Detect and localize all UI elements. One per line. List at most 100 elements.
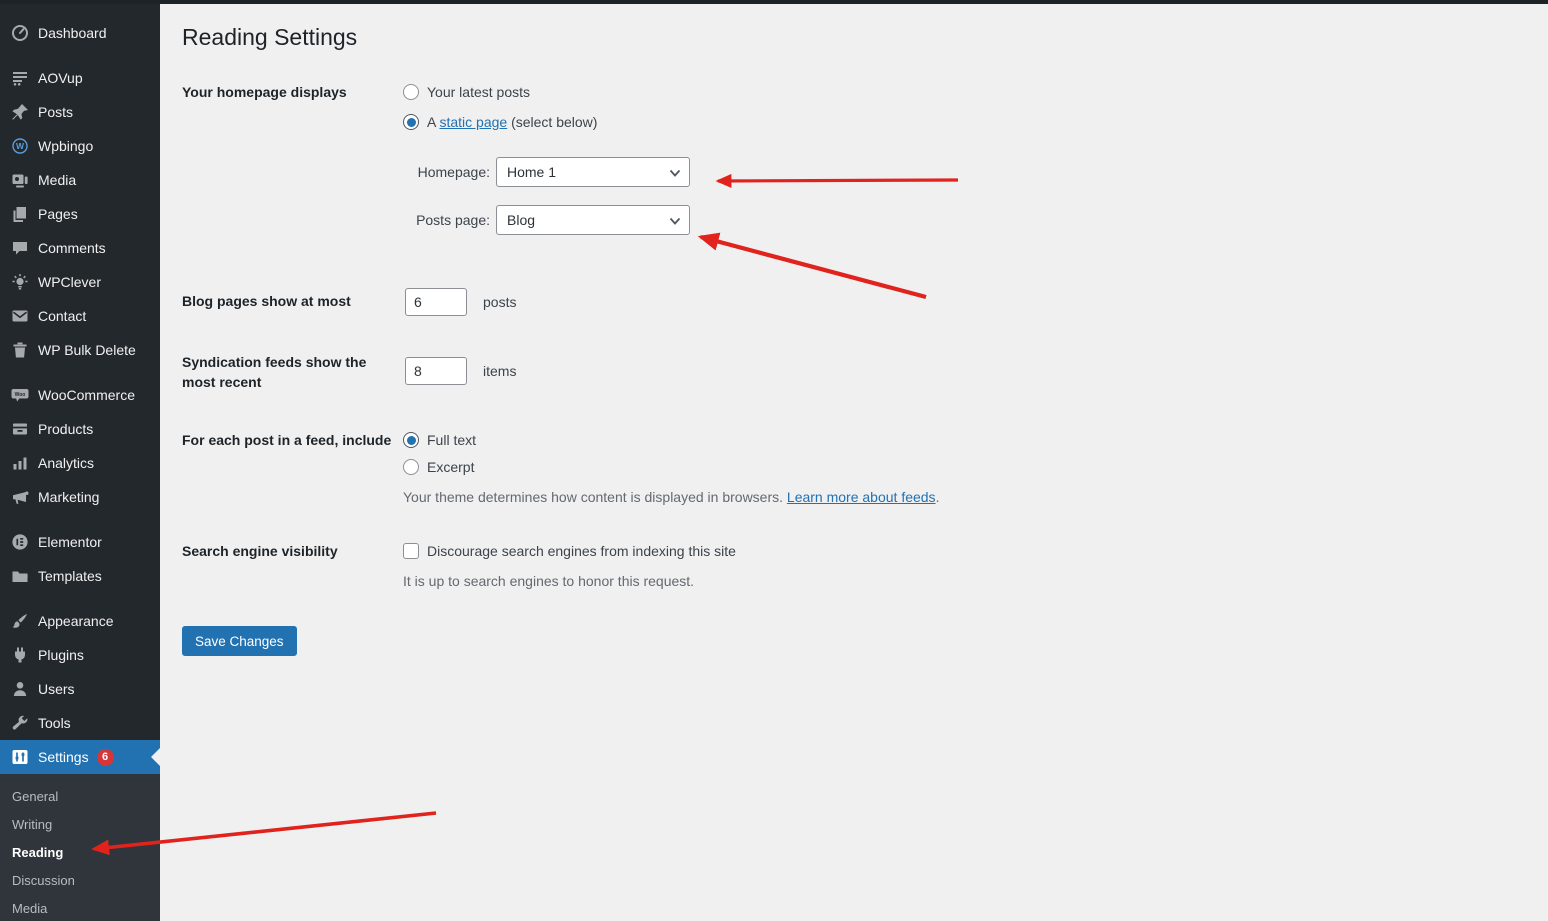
syndication-input[interactable] xyxy=(405,357,467,385)
comments-icon xyxy=(10,238,30,258)
sidebar-item-settings[interactable]: Settings6 xyxy=(0,740,160,774)
svg-text:W: W xyxy=(16,141,25,151)
sidebar-item-comments[interactable]: Comments xyxy=(0,231,160,265)
settings-submenu: GeneralWritingReadingDiscussionMedia xyxy=(0,774,160,921)
settings-update-badge: 6 xyxy=(97,749,114,766)
homepage-select-label: Homepage: xyxy=(400,164,490,180)
sidebar-item-dashboard[interactable]: Dashboard xyxy=(0,16,160,50)
sidebar-item-label: AOVup xyxy=(38,70,83,86)
sidebar-item-wpbingo[interactable]: W Wpbingo xyxy=(0,129,160,163)
static-page-link[interactable]: static page xyxy=(439,114,507,130)
reading-settings-page: Reading Settings Your homepage displays … xyxy=(160,0,1548,921)
discourage-indexing-checkbox[interactable] xyxy=(403,543,419,559)
settings-submenu-discussion[interactable]: Discussion xyxy=(0,867,160,895)
sidebar-item-label: Comments xyxy=(38,240,106,256)
homepage-displays-label: Your homepage displays xyxy=(182,82,394,102)
sidebar-item-label: Plugins xyxy=(38,647,84,663)
learn-more-feeds-link[interactable]: Learn more about feeds xyxy=(787,489,936,505)
templates-icon xyxy=(10,566,30,586)
sidebar-item-label: Dashboard xyxy=(38,25,107,41)
settings-submenu-media[interactable]: Media xyxy=(0,895,160,921)
admin-menu: Dashboard AOVup Posts W Wpbingo Media Pages Com… xyxy=(0,0,160,774)
settings-submenu-reading[interactable]: Reading xyxy=(0,839,160,867)
sidebar-item-templates[interactable]: Templates xyxy=(0,559,160,593)
settings-submenu-general[interactable]: General xyxy=(0,783,160,811)
current-menu-arrow xyxy=(151,748,160,766)
settings-icon xyxy=(10,747,30,767)
sidebar-item-label: Templates xyxy=(38,568,102,584)
sidebar-item-elementor[interactable]: Elementor xyxy=(0,525,160,559)
sidebar-item-label: WooCommerce xyxy=(38,387,135,403)
sidebar-item-media[interactable]: Media xyxy=(0,163,160,197)
appearance-icon xyxy=(10,611,30,631)
posts-page-select[interactable]: Blog xyxy=(496,205,690,235)
sidebar-item-pages[interactable]: Pages xyxy=(0,197,160,231)
static-page-prefix: A xyxy=(427,114,439,130)
save-changes-button[interactable]: Save Changes xyxy=(182,626,297,656)
sidebar-item-wp-bulk-delete[interactable]: WP Bulk Delete xyxy=(0,333,160,367)
products-icon xyxy=(10,419,30,439)
full-text-radio[interactable] xyxy=(403,432,419,448)
sidebar-item-label: Elementor xyxy=(38,534,102,550)
plugins-icon xyxy=(10,645,30,665)
syndication-label: Syndication feeds show the most recent xyxy=(182,352,394,392)
homepage-select-value: Home 1 xyxy=(507,164,556,180)
contact-icon xyxy=(10,306,30,326)
sidebar-item-label: Contact xyxy=(38,308,86,324)
static-page-suffix: (select below) xyxy=(507,114,597,130)
sidebar-item-aovup[interactable]: AOVup xyxy=(0,61,160,95)
latest-posts-radio[interactable] xyxy=(403,84,419,100)
sidebar-item-contact[interactable]: Contact xyxy=(0,299,160,333)
feed-include-label: For each post in a feed, include xyxy=(182,430,394,450)
feed-description: Your theme determines how content is dis… xyxy=(403,487,939,507)
search-visibility-description: It is up to search engines to honor this… xyxy=(403,571,694,591)
chevron-down-icon xyxy=(668,166,682,180)
full-text-label: Full text xyxy=(427,432,476,448)
homepage-select[interactable]: Home 1 xyxy=(496,157,690,187)
excerpt-radio[interactable] xyxy=(403,459,419,475)
pages-icon xyxy=(10,204,30,224)
blog-pages-row: posts xyxy=(405,287,516,317)
dashboard-icon xyxy=(10,23,30,43)
admin-sidebar: Dashboard AOVup Posts W Wpbingo Media Pages Com… xyxy=(0,0,160,921)
wpclever-icon xyxy=(10,272,30,292)
sidebar-item-plugins[interactable]: Plugins xyxy=(0,638,160,672)
marketing-icon xyxy=(10,487,30,507)
static-page-option: A static page (select below) xyxy=(403,112,597,132)
excerpt-label: Excerpt xyxy=(427,459,474,475)
sidebar-item-wpclever[interactable]: WPClever xyxy=(0,265,160,299)
blog-pages-unit: posts xyxy=(483,294,516,310)
discourage-indexing-option: Discourage search engines from indexing … xyxy=(403,541,736,561)
sidebar-item-label: WPClever xyxy=(38,274,101,290)
chevron-down-icon xyxy=(668,214,682,228)
sidebar-item-label: Appearance xyxy=(38,613,114,629)
syndication-row: items xyxy=(405,356,516,386)
sidebar-item-marketing[interactable]: Marketing xyxy=(0,480,160,514)
sidebar-item-label: Wpbingo xyxy=(38,138,93,154)
wpbingo-icon: W xyxy=(10,136,30,156)
aovup-icon xyxy=(10,68,30,88)
full-text-option: Full text xyxy=(403,430,476,450)
feed-description-text: Your theme determines how content is dis… xyxy=(403,489,787,505)
sidebar-item-appearance[interactable]: Appearance xyxy=(0,604,160,638)
admin-bar-strip xyxy=(0,0,1548,4)
settings-submenu-writing[interactable]: Writing xyxy=(0,811,160,839)
blog-pages-input[interactable] xyxy=(405,288,467,316)
sidebar-item-tools[interactable]: Tools xyxy=(0,706,160,740)
sidebar-item-users[interactable]: Users xyxy=(0,672,160,706)
latest-posts-option: Your latest posts xyxy=(403,82,530,102)
tools-icon xyxy=(10,713,30,733)
sidebar-item-posts[interactable]: Posts xyxy=(0,95,160,129)
static-page-radio[interactable] xyxy=(403,114,419,130)
sidebar-item-label: Pages xyxy=(38,206,78,222)
sidebar-item-woocommerce[interactable]: Woo WooCommerce xyxy=(0,378,160,412)
blog-pages-label: Blog pages show at most xyxy=(182,291,394,311)
sidebar-item-analytics[interactable]: Analytics xyxy=(0,446,160,480)
woocommerce-icon: Woo xyxy=(10,385,30,405)
sidebar-item-label: Products xyxy=(38,421,93,437)
sidebar-item-products[interactable]: Products xyxy=(0,412,160,446)
syndication-unit: items xyxy=(483,363,516,379)
page-title: Reading Settings xyxy=(182,24,357,51)
feed-description-suffix: . xyxy=(936,489,940,505)
sidebar-item-label: WP Bulk Delete xyxy=(38,342,136,358)
